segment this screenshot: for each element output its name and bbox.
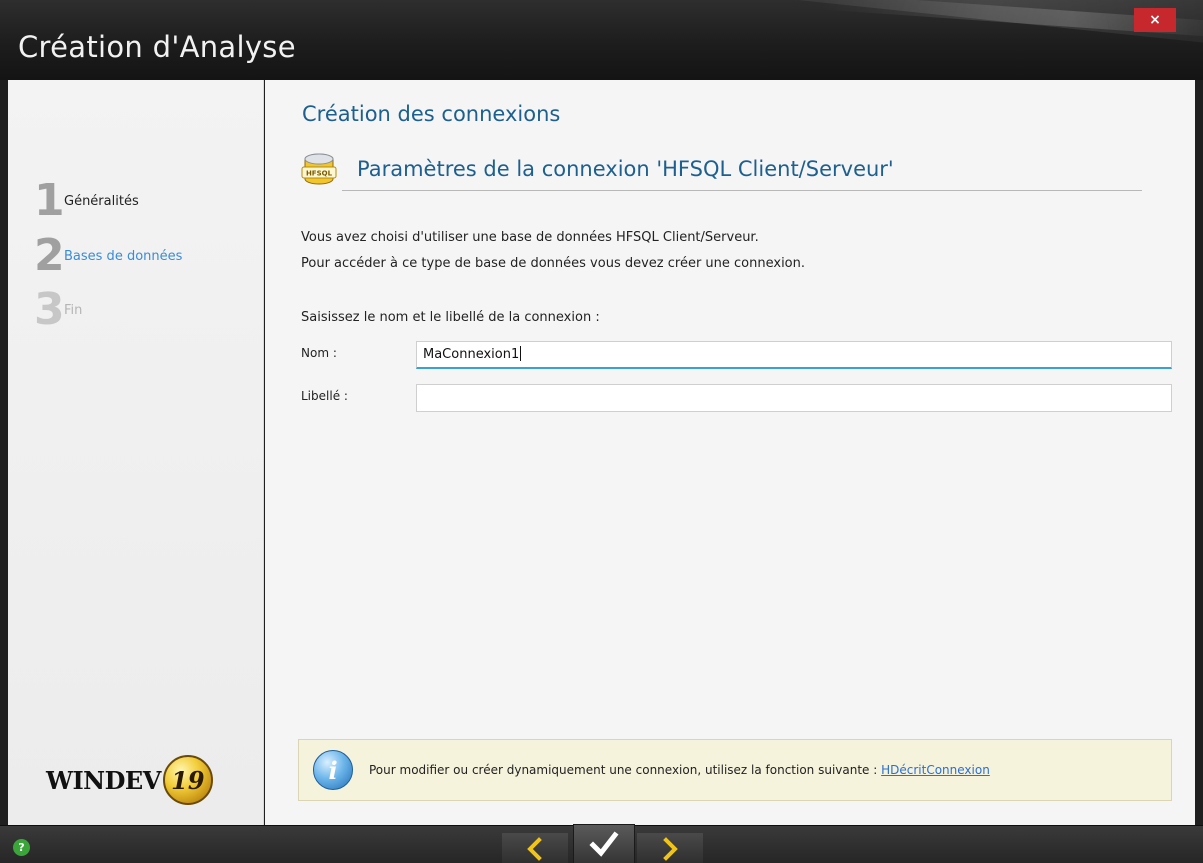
step-label: Généralités (64, 194, 139, 209)
help-button[interactable]: ? (13, 839, 30, 856)
window-frame-right (1195, 80, 1203, 825)
db-icon-label: HFSQL (306, 170, 333, 178)
step-number: 2 (34, 230, 65, 281)
step-number: 3 (34, 284, 65, 335)
window-frame-left (0, 80, 8, 825)
previous-button[interactable] (502, 833, 568, 863)
description-line-1: Vous avez choisi d'utiliser une base de … (301, 230, 759, 245)
info-text: Pour modifier ou créer dynamiquement une… (369, 763, 990, 777)
close-button[interactable]: × (1134, 8, 1176, 32)
step-label: Fin (64, 303, 83, 318)
windev-logo: WINDEV 19 (46, 750, 246, 810)
help-icon: ? (18, 841, 25, 854)
finish-button[interactable] (573, 824, 635, 863)
checkmark-icon (589, 831, 619, 857)
logo-text: WINDEV (46, 765, 161, 795)
nom-label: Nom : (301, 346, 337, 360)
libelle-label: Libellé : (301, 389, 348, 403)
description-line-2: Pour accéder à ce type de base de donnée… (301, 256, 806, 271)
nom-input[interactable]: MaConnexion1 (416, 341, 1172, 369)
title-bar: Création d'Analyse × (0, 0, 1203, 80)
next-button[interactable] (637, 833, 703, 863)
libelle-input[interactable] (416, 384, 1172, 412)
close-icon: × (1149, 12, 1161, 28)
info-box: i Pour modifier ou créer dynamiquement u… (298, 739, 1172, 801)
bottom-nav-bar: ? (0, 824, 1203, 863)
step-generalites: 1 Généralités (34, 175, 139, 226)
title-divider (342, 190, 1142, 191)
connection-prompt: Saisissez le nom et le libellé de la con… (301, 310, 600, 325)
step-fin: 3 Fin (34, 284, 83, 335)
window-title: Création d'Analyse (18, 30, 296, 64)
chevron-right-icon (663, 836, 678, 861)
database-icon: HFSQL (301, 153, 337, 185)
info-icon: i (313, 750, 353, 790)
info-message: Pour modifier ou créer dynamiquement une… (369, 763, 882, 777)
text-caret (520, 346, 522, 361)
section-title: Création des connexions (302, 102, 561, 126)
hdecritconnexion-link[interactable]: HDécritConnexion (881, 763, 990, 777)
logo-version-badge: 19 (162, 755, 213, 805)
step-number: 1 (34, 175, 65, 226)
step-bases-de-donnees: 2 Bases de données (34, 230, 183, 281)
connection-params-title: Paramètres de la connexion 'HFSQL Client… (357, 157, 894, 181)
chevron-left-icon (527, 836, 542, 861)
main-panel: Création des connexions HFSQL Paramètres… (265, 80, 1195, 825)
nom-input-value: MaConnexion1 (423, 347, 520, 362)
step-label: Bases de données (64, 249, 183, 264)
wizard-steps-sidebar: 1 Généralités 2 Bases de données 3 Fin W… (8, 80, 264, 825)
